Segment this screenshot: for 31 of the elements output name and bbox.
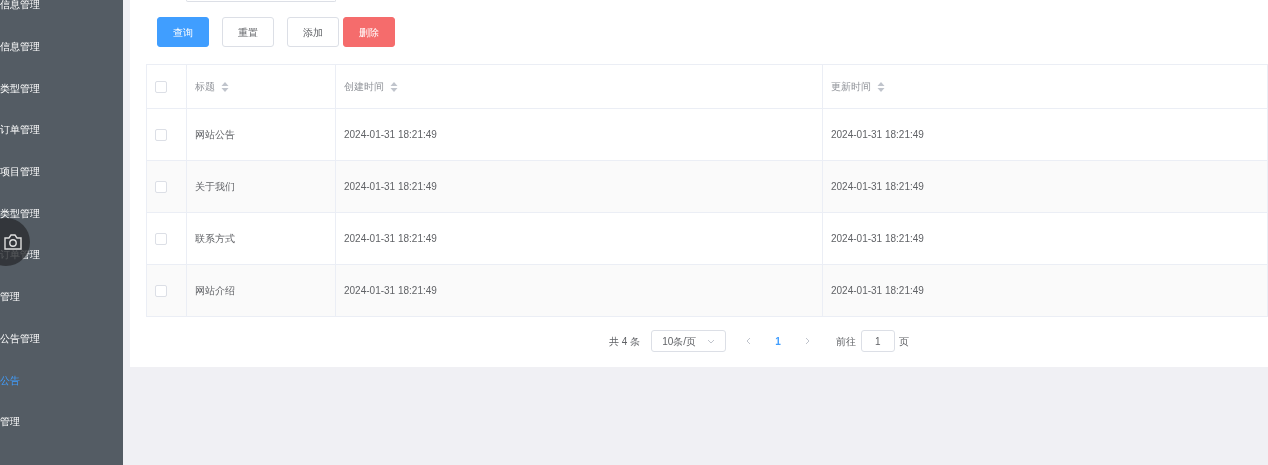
table-cell-text: 2024-01-31 18:21:49 [831, 180, 924, 194]
sidebar-item[interactable]: 管理 [0, 414, 20, 430]
goto-page-field[interactable]: 1 [860, 330, 895, 352]
table-cell-text: 2024-01-31 18:21:49 [831, 128, 924, 142]
sidebar-item[interactable]: 信息管理 [0, 39, 40, 55]
sidebar-item[interactable]: 类型管理 [0, 205, 40, 221]
sidebar-item[interactable]: 信息管理 [0, 0, 40, 13]
goto-label: 前往 [835, 334, 856, 349]
table-cell-text: 网站公告 [195, 128, 235, 142]
table-cell-text: 2024-01-31 18:21:49 [344, 180, 437, 194]
sidebar-item[interactable]: 公告管理 [0, 330, 40, 346]
table-cell-text: 2024-01-31 18:21:49 [344, 232, 437, 246]
goto-suffix: 页 [898, 334, 909, 349]
toolbar-button[interactable]: 添加 [287, 17, 339, 47]
table-cell-text: 网站介绍 [195, 284, 235, 298]
column-header: 标题 [195, 80, 215, 94]
sidebar-item[interactable]: 项目管理 [0, 164, 40, 180]
table-cell-text: 2024-01-31 18:21:49 [344, 284, 437, 298]
table-cell-text: 2024-01-31 18:21:49 [344, 128, 437, 142]
column-header: 创建时间 [344, 80, 384, 94]
total-count: 共 4 条 [609, 334, 641, 349]
table-cell-text: 关于我们 [195, 180, 235, 194]
toolbar-button[interactable]: 重置 [222, 17, 274, 47]
column-header: 更新时间 [831, 80, 871, 94]
table-cell-text: 联系方式 [195, 232, 235, 246]
sidebar-item[interactable]: 类型管理 [0, 80, 40, 96]
sidebar-item[interactable]: 管理 [0, 289, 20, 305]
page-size-select[interactable]: 10条/页 [651, 330, 727, 352]
table-cell-text: 2024-01-31 18:21:49 [831, 232, 924, 246]
sidebar-item[interactable]: 订单管理 [0, 122, 40, 138]
table-cell-text: 2024-01-31 18:21:49 [831, 284, 924, 298]
